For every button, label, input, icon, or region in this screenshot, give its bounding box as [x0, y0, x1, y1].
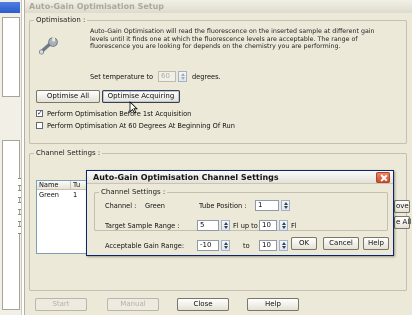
- background-control: [18, 190, 21, 198]
- range-from-input[interactable]: 5: [197, 220, 219, 231]
- optimise-acquiring-button[interactable]: Optimise Acquiring: [102, 90, 180, 103]
- range-from-spinner[interactable]: [221, 220, 230, 231]
- background-control: [18, 214, 21, 222]
- background-window-titlebar: [0, 2, 20, 13]
- optimise-before-checkbox[interactable]: ✓: [36, 110, 43, 117]
- tube-position-input[interactable]: 1: [255, 200, 279, 211]
- tube-position-spinner[interactable]: [281, 200, 290, 211]
- dialog-help-button[interactable]: Help: [363, 237, 389, 250]
- manual-button[interactable]: Manual: [107, 298, 159, 311]
- channel-settings-label: Channel Settings :: [34, 149, 103, 157]
- tube-position-label: Tube Position :: [199, 202, 247, 210]
- gain-to-spinner[interactable]: [279, 240, 288, 251]
- wrench-icon: [38, 37, 58, 55]
- temperature-unit: degrees.: [192, 73, 221, 81]
- channel-cell-name[interactable]: Green: [37, 191, 59, 199]
- range-to-input[interactable]: 10: [259, 220, 277, 231]
- auto-gain-setup-window: Auto-Gain Optimisation Setup Optimisatio…: [24, 0, 412, 315]
- background-panel: [2, 17, 20, 97]
- column-header-name[interactable]: Name: [37, 181, 71, 190]
- gain-to-label: to: [243, 242, 250, 250]
- dialog-title: Auto-Gain Optimisation Channel Settings: [87, 171, 393, 184]
- temperature-spinner[interactable]: [178, 71, 187, 82]
- temperature-input[interactable]: 60: [158, 71, 176, 82]
- background-panel: [2, 140, 20, 310]
- gain-range-label: Acceptable Gain Range:: [105, 242, 185, 250]
- range-unit-label: Fl: [291, 222, 297, 230]
- channel-value: Green: [145, 202, 165, 210]
- optimisation-description: Auto-Gain Optimisation will read the flu…: [90, 28, 375, 51]
- range-up-to-label: Fl up to: [233, 222, 258, 230]
- channel-settings-dialog: Auto-Gain Optimisation Channel Settings …: [86, 170, 394, 256]
- dialog-cancel-button[interactable]: Cancel: [323, 237, 359, 250]
- optimise-all-button[interactable]: Optimise All: [36, 90, 100, 103]
- optimisation-group: Optimisation : Auto-Gain Optimisation wi…: [29, 16, 407, 144]
- help-button[interactable]: Help: [247, 298, 299, 311]
- remove-all-button[interactable]: e All: [394, 216, 411, 229]
- gain-from-input[interactable]: -10: [197, 240, 219, 251]
- gain-to-input[interactable]: 10: [259, 240, 277, 251]
- close-button[interactable]: Close: [177, 298, 229, 311]
- range-to-spinner[interactable]: [279, 220, 288, 231]
- channel-label: Channel :: [105, 202, 137, 210]
- dialog-group-label: Channel Settings :: [99, 188, 168, 196]
- close-icon[interactable]: [376, 172, 390, 183]
- window-title: Auto-Gain Optimisation Setup: [25, 0, 412, 13]
- dialog-ok-button[interactable]: OK: [291, 237, 317, 250]
- gain-from-spinner[interactable]: [221, 240, 230, 251]
- channel-cell-tube[interactable]: 1: [71, 191, 77, 199]
- background-control: [18, 178, 21, 186]
- temperature-label: Set temperature to: [90, 73, 154, 81]
- background-control: [18, 226, 21, 234]
- optimisation-group-label: Optimisation :: [34, 16, 88, 24]
- optimise-before-label: Perform Optimisation Before 1st Acquisit…: [47, 110, 192, 118]
- optimise-60deg-checkbox[interactable]: [36, 122, 43, 129]
- optimise-60deg-label: Perform Optimisation At 60 Degrees At Be…: [47, 122, 235, 130]
- start-button[interactable]: Start: [35, 298, 87, 311]
- target-range-label: Target Sample Range :: [105, 222, 180, 230]
- background-control: [18, 202, 21, 210]
- remove-button[interactable]: ove: [394, 200, 410, 213]
